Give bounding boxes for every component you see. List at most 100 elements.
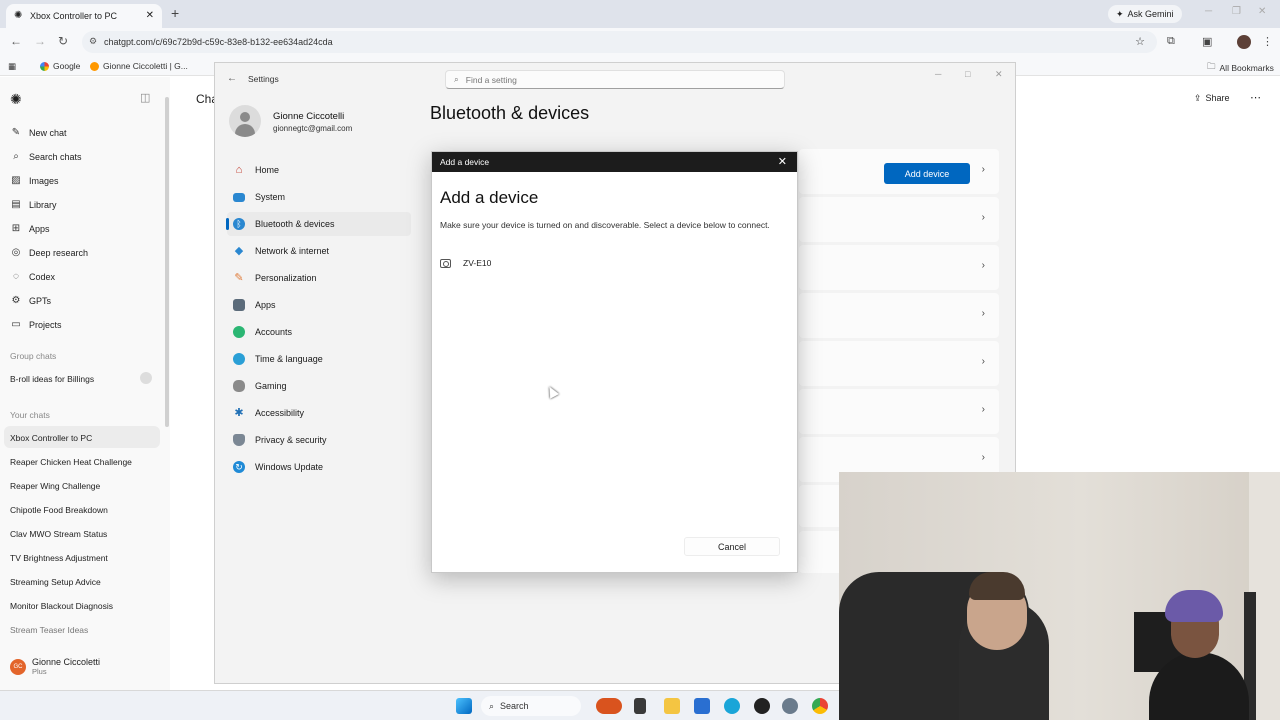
settings-back-icon[interactable]: ← xyxy=(227,73,237,84)
chat-item[interactable]: Reaper Chicken Heat Challenge xyxy=(10,457,160,467)
settings-gear-icon[interactable] xyxy=(782,698,798,714)
chatgpt-sidebar: ✺ ◫ ✎ New chat ⌕ Search chats ▨ Images ▤ Lib… xyxy=(0,77,170,720)
bookmark-gionne[interactable]: Gionne Ciccoletti | G... xyxy=(90,61,188,71)
edge-icon[interactable] xyxy=(724,698,740,714)
sidebar-toggle-icon[interactable]: ◫ xyxy=(140,91,150,104)
openai-logo-icon[interactable]: ✺ xyxy=(10,91,22,108)
nav-codex[interactable]: ◌ Codex xyxy=(10,271,55,282)
nav-deep-research[interactable]: ◎ Deep research xyxy=(10,247,88,258)
site-info-icon[interactable]: ⚙ xyxy=(89,36,97,47)
nav-projects[interactable]: ▭ Projects xyxy=(10,319,61,330)
bookmark-star-icon[interactable]: ☆ xyxy=(1135,35,1145,48)
task-view-icon[interactable] xyxy=(634,698,646,714)
chatgpt-user-menu[interactable]: GC Gionne Ciccoletti Plus xyxy=(10,657,100,676)
store-icon[interactable] xyxy=(694,698,710,714)
address-bar-url: chatgpt.com/c/69c72b9d-c59c-83e8-b132-ee… xyxy=(104,37,333,47)
settings-nav-accessibility[interactable]: ✱ Accessibility xyxy=(227,401,411,425)
nav-label: Time & language xyxy=(255,354,323,364)
dialog-description: Make sure your device is turned on and d… xyxy=(440,220,770,230)
maximize-icon[interactable]: □ xyxy=(965,69,970,79)
search-highlight-icon[interactable] xyxy=(596,698,622,714)
new-tab-plus-icon[interactable]: + xyxy=(171,5,179,21)
browser-menu-icon[interactable]: ⋮ xyxy=(1262,35,1273,48)
nav-label: Accounts xyxy=(255,327,293,337)
ask-gemini-button[interactable]: ✦ Ask Gemini xyxy=(1108,5,1182,23)
chat-item[interactable]: Reaper Wing Challenge xyxy=(10,481,160,491)
cancel-button[interactable]: Cancel xyxy=(684,537,780,556)
chat-item[interactable]: Xbox Controller to PC xyxy=(10,433,160,443)
more-options-icon[interactable]: ⋯ xyxy=(1250,91,1261,104)
bookmark-google[interactable]: Google xyxy=(40,61,80,71)
settings-card[interactable]: › xyxy=(799,341,999,386)
home-icon: ⌂ xyxy=(235,164,243,176)
settings-nav-network[interactable]: ◆ Network & internet xyxy=(227,239,411,263)
settings-nav-bluetooth[interactable]: ᛒ Bluetooth & devices xyxy=(226,212,411,236)
chat-item[interactable]: Monitor Blackout Diagnosis xyxy=(10,601,160,611)
folder-icon: 🗀 xyxy=(1207,61,1216,71)
window-close-icon[interactable]: ✕ xyxy=(1258,6,1266,17)
settings-nav-accounts[interactable]: Accounts xyxy=(227,320,411,344)
settings-nav-gaming[interactable]: Gaming xyxy=(227,374,411,398)
settings-app-title: Settings xyxy=(248,74,279,84)
minimize-icon[interactable]: ─ xyxy=(1205,6,1212,17)
back-arrow-icon[interactable]: ← xyxy=(10,34,22,48)
settings-card[interactable]: › xyxy=(799,197,999,242)
settings-card[interactable]: › xyxy=(799,389,999,434)
start-windows-icon[interactable] xyxy=(456,698,472,714)
user-avatar: GC xyxy=(10,658,26,675)
browser-tab-active[interactable]: ✺ Xbox Controller to PC ✕ xyxy=(6,4,162,28)
search-icon: ⌕ xyxy=(454,74,459,84)
taskbar-search[interactable]: ⌕ Search xyxy=(481,696,581,716)
app-icon[interactable] xyxy=(754,698,770,714)
share-icon: ⇪ xyxy=(1194,93,1202,103)
settings-nav-home[interactable]: ⌂ Home xyxy=(227,158,411,182)
chat-item[interactable]: Streaming Setup Advice xyxy=(10,577,160,587)
minimize-icon[interactable]: ─ xyxy=(935,69,941,79)
settings-page-title: Bluetooth & devices xyxy=(430,103,590,123)
tab-close-icon[interactable]: ✕ xyxy=(146,10,154,21)
maximize-icon[interactable]: ❐ xyxy=(1232,6,1241,17)
settings-search-input[interactable]: ⌕ Find a setting xyxy=(445,70,785,89)
nav-label: System xyxy=(255,192,286,202)
settings-nav-apps[interactable]: Apps xyxy=(227,293,411,317)
side-panel-icon[interactable]: ▣ xyxy=(1202,35,1212,48)
file-explorer-icon[interactable] xyxy=(664,698,680,714)
settings-nav-time-language[interactable]: Time & language xyxy=(227,347,411,371)
google-logo-icon xyxy=(40,61,49,71)
settings-nav-personalization[interactable]: ✎ Personalization xyxy=(227,266,411,290)
add-device-button[interactable]: Add device xyxy=(884,163,970,184)
group-chat-item[interactable]: B-roll ideas for Billings xyxy=(10,374,160,384)
all-bookmarks[interactable]: 🗀 All Bookmarks xyxy=(1207,61,1274,75)
chat-item[interactable]: TV Brightness Adjustment xyxy=(10,553,160,563)
nav-apps[interactable]: ⊞ Apps xyxy=(10,223,50,234)
nav-images[interactable]: ▨ Images xyxy=(10,175,58,186)
sidebar-scrollbar[interactable] xyxy=(165,97,169,427)
nav-search-chats[interactable]: ⌕ Search chats xyxy=(10,151,81,162)
chat-item[interactable]: Stream Teaser Ideas xyxy=(10,625,160,635)
nav-gpts[interactable]: ⚙ GPTs xyxy=(10,295,52,306)
extensions-puzzle-icon[interactable]: ⧉ xyxy=(1167,35,1175,48)
bluetooth-icon: ᛒ xyxy=(233,218,245,230)
nav-new-chat[interactable]: ✎ New chat xyxy=(10,127,67,138)
settings-card[interactable]: › xyxy=(799,245,999,290)
dialog-close-icon[interactable]: ✕ xyxy=(778,155,787,168)
nav-library[interactable]: ▤ Library xyxy=(10,199,56,210)
apps-grid-icon[interactable]: ▦ xyxy=(8,61,16,72)
browser-profile-avatar[interactable] xyxy=(1237,35,1251,49)
settings-nav-windows-update[interactable]: ↻ Windows Update xyxy=(227,455,411,479)
chat-item[interactable]: Clav MWO Stream Status xyxy=(10,529,160,539)
settings-nav-privacy[interactable]: Privacy & security xyxy=(227,428,411,452)
chat-item[interactable]: Chipotle Food Breakdown xyxy=(10,505,160,515)
settings-profile-avatar[interactable] xyxy=(229,105,261,137)
chrome-icon[interactable] xyxy=(812,698,828,714)
reload-icon[interactable]: ↻ xyxy=(58,34,68,48)
monitor-icon xyxy=(233,192,245,202)
nav-label: Accessibility xyxy=(255,408,305,418)
address-bar[interactable]: ⚙ chatgpt.com/c/69c72b9d-c59c-83e8-b132-… xyxy=(82,31,1157,53)
device-list-item[interactable]: ZV-E10 xyxy=(440,258,491,268)
forward-arrow-icon[interactable]: → xyxy=(34,34,46,48)
share-button[interactable]: ⇪ Share xyxy=(1194,93,1230,104)
settings-card[interactable]: › xyxy=(799,293,999,338)
settings-nav-system[interactable]: System xyxy=(227,185,411,209)
window-close-icon[interactable]: ✕ xyxy=(995,69,1003,80)
